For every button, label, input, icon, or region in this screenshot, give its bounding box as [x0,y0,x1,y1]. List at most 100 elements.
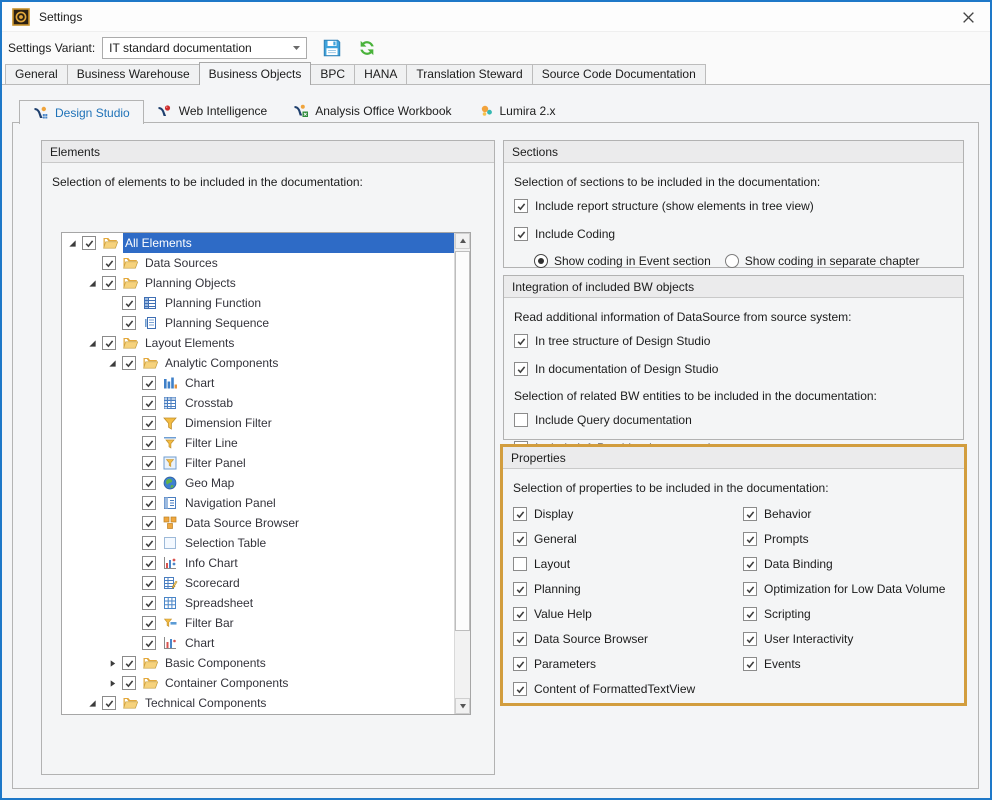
subtab-analysis-office-workbook[interactable]: Analysis Office Workbook [280,99,464,123]
checkbox[interactable] [102,256,116,270]
tree-row[interactable]: Info Chart [62,553,454,573]
tab-general[interactable]: General [5,64,68,84]
checkbox-row[interactable]: Layout [513,557,743,571]
tree-row[interactable]: Filter Bar [62,613,454,633]
refresh-button[interactable] [357,38,377,58]
tree-row[interactable]: Planning Sequence [62,313,454,333]
checkbox[interactable] [514,199,528,213]
tree-row[interactable]: Navigation Panel [62,493,454,513]
checkbox[interactable] [514,413,528,427]
tree-row[interactable]: Analytic Components [62,353,454,373]
checkbox-row[interactable]: Parameters [513,657,743,671]
expander-open-icon[interactable] [106,357,119,370]
subtab-web-intelligence[interactable]: Web Intelligence [144,99,281,123]
checkbox[interactable] [142,476,156,490]
checkbox-row[interactable]: Display [513,507,743,521]
tab-source-code-documentation[interactable]: Source Code Documentation [532,64,706,84]
expander-open-icon[interactable] [66,237,79,250]
tree-row[interactable]: Filter Panel [62,453,454,473]
checkbox[interactable] [514,362,528,376]
expander-open-icon[interactable] [86,697,99,710]
checkbox[interactable] [743,632,757,646]
checkbox[interactable] [142,536,156,550]
save-button[interactable] [322,38,342,58]
checkbox-row[interactable]: Scripting [743,607,964,621]
checkbox[interactable] [142,636,156,650]
checkbox[interactable] [513,507,527,521]
checkbox[interactable] [82,236,96,250]
tree-row[interactable]: Crosstab [62,393,454,413]
tree-row[interactable]: Technical Components [62,693,454,713]
tab-hana[interactable]: HANA [354,64,407,84]
radio-button[interactable] [725,254,739,268]
checkbox[interactable] [513,607,527,621]
checkbox-row[interactable]: In documentation of Design Studio [514,362,963,376]
checkbox-row[interactable]: Planning [513,582,743,596]
checkbox[interactable] [743,532,757,546]
checkbox[interactable] [743,507,757,521]
tree-row[interactable]: Geo Map [62,473,454,493]
checkbox[interactable] [513,657,527,671]
checkbox[interactable] [102,276,116,290]
checkbox[interactable] [142,576,156,590]
subtab-lumira-2-x[interactable]: Lumira 2.x [465,99,569,123]
checkbox-row[interactable]: User Interactivity [743,632,964,646]
checkbox[interactable] [743,657,757,671]
checkbox[interactable] [513,582,527,596]
checkbox-row[interactable]: In tree structure of Design Studio [514,334,963,348]
checkbox[interactable] [122,356,136,370]
checkbox[interactable] [122,316,136,330]
checkbox-row[interactable]: Prompts [743,532,964,546]
checkbox[interactable] [142,556,156,570]
checkbox[interactable] [142,496,156,510]
checkbox-row[interactable]: Include Query documentation [514,413,963,427]
tree-row[interactable]: Container Components [62,673,454,693]
checkbox[interactable] [142,436,156,450]
checkbox-row[interactable]: Data Binding [743,557,964,571]
checkbox-row[interactable]: Behavior [743,507,964,521]
checkbox-row[interactable]: Data Source Browser [513,632,743,646]
tree-row[interactable]: Data Source Browser [62,513,454,533]
tree-row[interactable]: Planning Objects [62,273,454,293]
subtab-design-studio[interactable]: Design Studio [19,100,144,124]
tree-row[interactable]: Data Sources [62,253,454,273]
checkbox[interactable] [514,227,528,241]
checkbox[interactable] [122,296,136,310]
tree-row[interactable]: Filter Line [62,433,454,453]
radio-button[interactable] [534,254,548,268]
checkbox[interactable] [142,516,156,530]
checkbox-row[interactable]: Events [743,657,964,671]
tree-row[interactable]: Layout Elements [62,333,454,353]
checkbox[interactable] [142,596,156,610]
checkbox[interactable] [513,682,527,696]
checkbox[interactable] [142,396,156,410]
checkbox[interactable] [142,456,156,470]
checkbox[interactable] [743,557,757,571]
tree-row[interactable]: All Elements [62,233,454,253]
settings-variant-select[interactable]: IT standard documentation [102,37,307,59]
tree-scrollbar[interactable] [454,233,470,714]
tree-row[interactable]: Chart [62,633,454,653]
checkbox[interactable] [102,336,116,350]
checkbox[interactable] [514,334,528,348]
checkbox-row[interactable]: Value Help [513,607,743,621]
checkbox[interactable] [513,532,527,546]
checkbox[interactable] [102,696,116,710]
tab-business-warehouse[interactable]: Business Warehouse [67,64,200,84]
tab-bpc[interactable]: BPC [310,64,355,84]
tree-row[interactable]: Planning Function [62,293,454,313]
checkbox-row[interactable]: Include Coding [514,227,963,241]
checkbox-row[interactable]: Include report structure (show elements … [514,199,963,213]
tab-translation-steward[interactable]: Translation Steward [406,64,532,84]
checkbox-row[interactable]: Content of FormattedTextView [513,682,743,696]
tree-row[interactable]: Scorecard [62,573,454,593]
tree-row[interactable]: Basic Components [62,653,454,673]
checkbox[interactable] [142,616,156,630]
checkbox[interactable] [142,416,156,430]
tree-row[interactable]: Selection Table [62,533,454,553]
checkbox[interactable] [142,376,156,390]
expander-closed-icon[interactable] [106,657,119,670]
checkbox[interactable] [743,582,757,596]
tree-row[interactable]: Dimension Filter [62,413,454,433]
radio-option[interactable]: Show coding in Event section [534,254,711,268]
